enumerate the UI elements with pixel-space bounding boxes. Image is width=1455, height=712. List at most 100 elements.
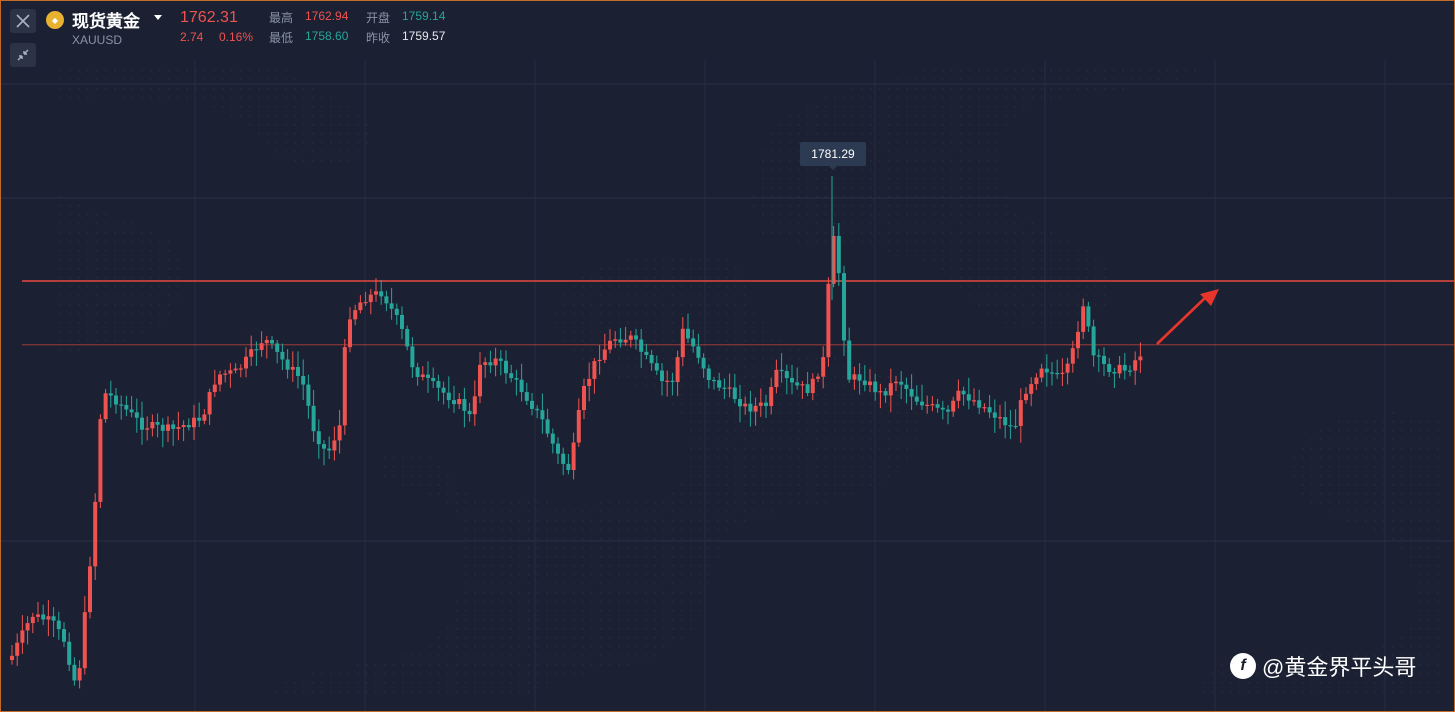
candle-body [181,425,186,428]
candle-body [1122,364,1127,371]
candle-body [618,339,623,343]
prev-close-label: 昨收 [366,31,391,45]
candle-body [691,338,696,347]
candle-body [878,391,883,393]
watermark-logo-icon: f [1230,653,1256,679]
map-texture [60,70,1439,693]
trend-arrow-shaft [1156,296,1207,345]
candle-body [415,367,420,378]
candle-body [748,403,753,412]
candle-body [1003,417,1008,426]
candle-body [254,349,259,351]
candle-body [873,381,878,393]
candle-body [483,362,488,365]
candle-body [264,339,269,344]
candle-body [888,383,893,396]
candle-body [639,339,644,352]
candle-body [337,425,342,441]
candle-body [202,414,207,421]
candle-body [316,431,321,445]
candle-body [1050,372,1054,374]
candle-body [613,339,618,341]
candle-body [753,405,758,412]
candle-body [1029,384,1034,394]
candle-body [972,400,976,402]
low-value: 1758.60 [305,29,349,43]
candle-body [233,368,238,371]
high-value: 1762.94 [305,9,349,23]
candle-body [358,302,363,311]
candle-body [842,273,846,341]
candle-body [446,392,451,401]
candle-body [966,394,971,401]
candle-body [696,346,701,358]
candle-body [462,398,467,411]
candle-body [576,410,581,443]
candle-body [738,399,742,407]
candle-body [1034,377,1039,385]
candle-body [530,400,534,409]
candle-body [1044,368,1049,373]
candle-body [192,417,196,428]
candle-body [805,384,810,394]
collapse-button[interactable] [10,43,36,67]
candle-body [244,356,248,369]
watermark: f @黄金界平头哥 [1230,650,1416,682]
candle-body [1096,355,1101,357]
candle-body [654,363,659,371]
candle-body [784,371,789,378]
candle-body [1128,370,1132,372]
close-button[interactable] [10,9,36,33]
candle-body [868,381,872,386]
candle-body [176,427,181,429]
candle-body [722,387,727,389]
prev-close-value: 1759.57 [402,29,446,43]
candle-body [961,390,966,395]
candle-body [155,421,160,425]
candle-body [1013,425,1018,428]
candle-body [124,404,129,410]
open-value: 1759.14 [402,9,446,23]
candle-body [134,412,139,418]
candle-body [592,361,597,379]
candle-body [1076,331,1080,349]
candle-body [238,368,243,370]
candle-body [998,417,1002,419]
candle-body [1117,364,1122,374]
price-chart[interactable] [0,0,1455,712]
candle-body [540,410,545,420]
candle-body [426,374,430,378]
candle-body [56,620,61,630]
candle-body [774,369,779,388]
candle-body [587,378,592,386]
candle-body [914,396,919,402]
trend-arrow-head-icon [1200,289,1219,306]
caret-down-icon[interactable] [154,15,162,20]
candle-body [15,642,20,656]
candle-body [368,294,373,303]
candle-body [732,387,737,400]
candle-body [290,367,295,370]
instrument-name[interactable]: 现货黄金 [72,7,140,32]
candle-body [992,412,997,418]
candle-body [311,405,316,432]
candle-body [790,377,794,383]
candle-body [249,349,254,357]
candle-body [457,398,462,405]
candle-body [1055,373,1060,375]
candle-body [675,357,680,382]
candle-body [816,376,820,379]
candle-body [826,283,831,358]
candle-body [951,400,956,412]
candle-body [472,396,477,415]
candle-body [977,400,982,408]
candle-body [436,381,441,388]
candle-body [166,424,170,431]
candle-body [764,402,768,407]
candle-body [114,395,118,405]
candle-body [810,378,815,394]
candle-body [108,393,113,396]
candle-body [327,448,332,451]
candle-body [186,425,191,428]
candle-body [46,616,51,620]
